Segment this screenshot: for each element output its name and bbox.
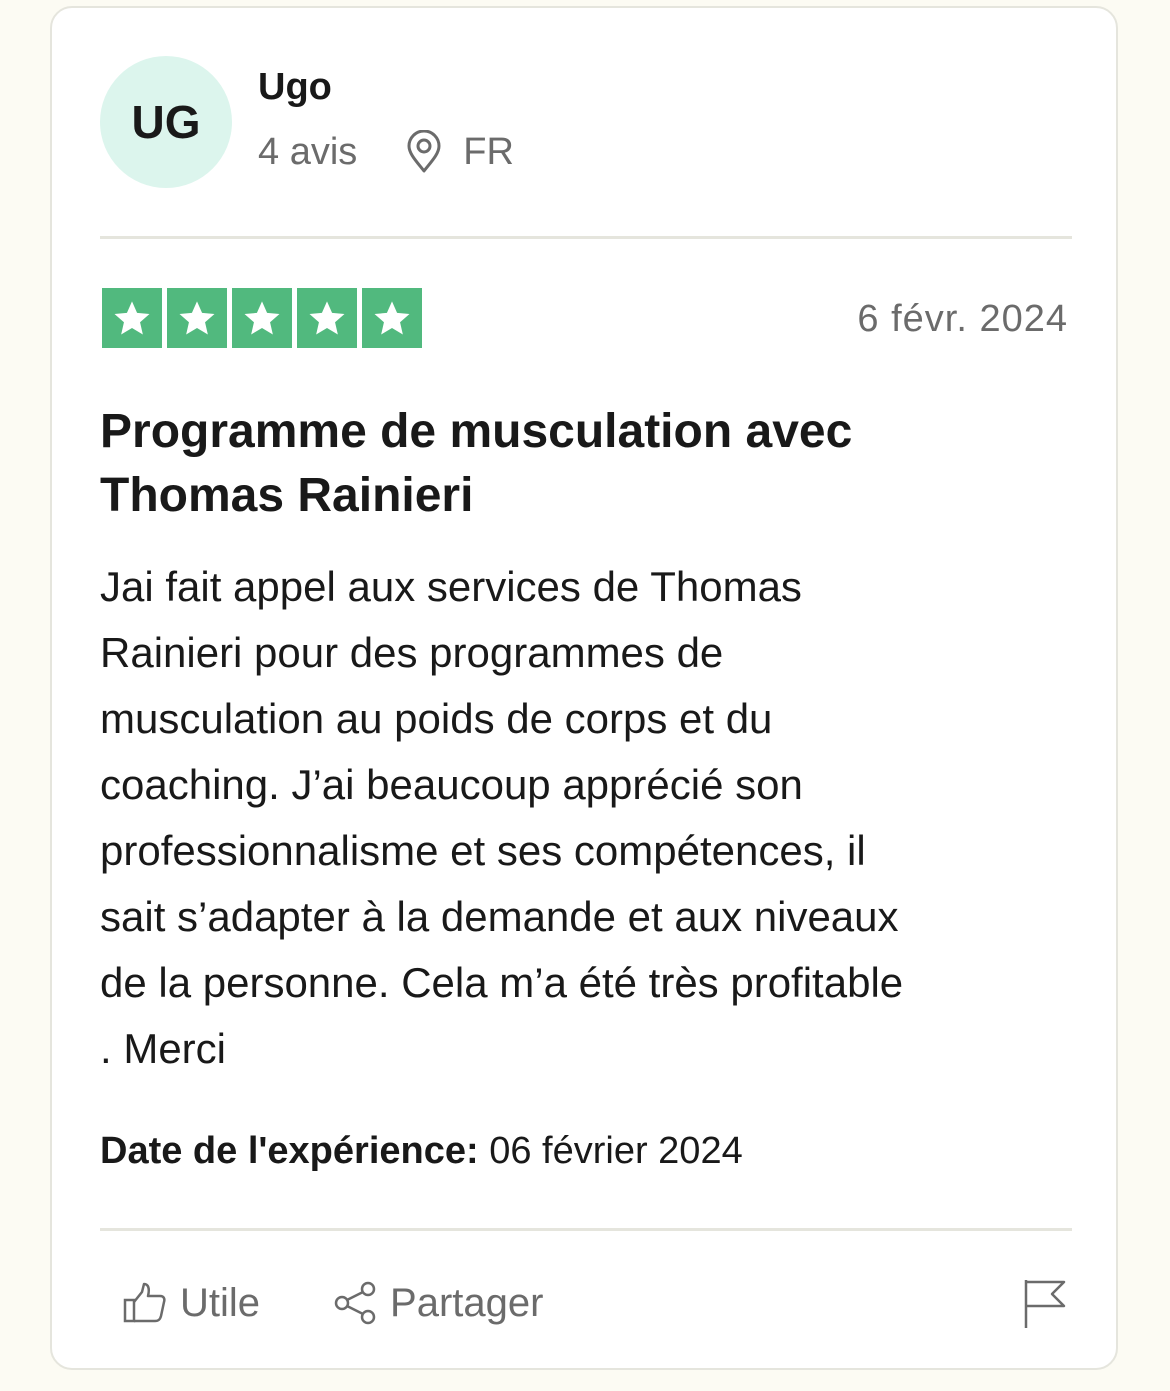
map-pin-icon xyxy=(405,130,443,174)
experience-date-value: 06 février 2024 xyxy=(489,1130,743,1172)
reviewer-country: FR xyxy=(463,130,514,173)
star-rating xyxy=(102,288,427,348)
reviewer-meta: 4 avis FR xyxy=(258,130,514,174)
star-icon xyxy=(297,288,357,348)
review-body: Jai fait appel aux services de Thomas Ra… xyxy=(100,563,904,1072)
experience-date-label: Date de l'expérience: xyxy=(100,1130,479,1172)
review-title[interactable]: Programme de musculation avec Thomas Rai… xyxy=(100,400,1060,528)
star-icon xyxy=(167,288,227,348)
divider-bottom xyxy=(100,1228,1072,1231)
share-label: Partager xyxy=(390,1280,544,1325)
star-icon xyxy=(362,288,422,348)
review-date: 6 févr. 2024 xyxy=(857,298,1068,340)
review-actions: Utile Partager xyxy=(122,1280,615,1326)
experience-date: Date de l'expérience: 06 février 2024 xyxy=(100,1130,743,1173)
useful-label: Utile xyxy=(180,1280,261,1325)
useful-button[interactable]: Utile xyxy=(122,1280,260,1326)
review-card: UG Ugo 4 avis FR 6 févr. 2024 Programme … xyxy=(50,6,1118,1370)
share-button[interactable]: Partager xyxy=(332,1280,543,1326)
star-icon xyxy=(102,288,162,348)
divider-top xyxy=(100,236,1072,239)
reviewer-name[interactable]: Ugo xyxy=(258,66,332,109)
avatar-initials: UG xyxy=(131,96,201,148)
share-icon xyxy=(332,1280,378,1326)
thumbs-up-icon xyxy=(122,1280,168,1326)
star-icon xyxy=(232,288,292,348)
avatar[interactable]: UG xyxy=(100,56,232,188)
reviews-count: 4 avis xyxy=(258,130,358,173)
flag-icon[interactable] xyxy=(1022,1278,1068,1330)
